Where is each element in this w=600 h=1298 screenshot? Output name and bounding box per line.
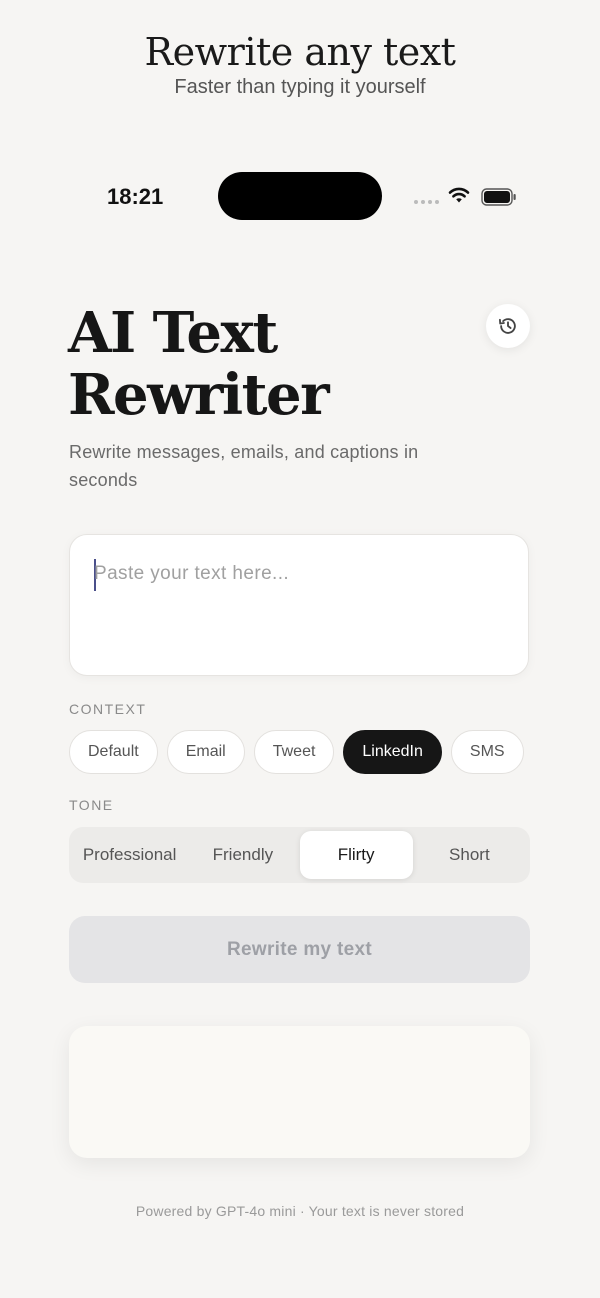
app-description: Rewrite messages, emails, and captions i…: [69, 442, 419, 490]
history-button[interactable]: [486, 304, 530, 348]
promo-subtitle: Faster than typing it yourself: [174, 76, 426, 98]
battery-icon: [481, 188, 516, 206]
rewrite-button[interactable]: Rewrite my text: [69, 916, 530, 983]
tone-option-professional[interactable]: Professional: [73, 831, 186, 879]
app-screen: Rewrite any text Faster than typing it y…: [0, 0, 600, 1298]
text-input-card: [69, 534, 529, 676]
signal-dots-icon: [414, 200, 439, 204]
promo-title: Rewrite any text: [144, 30, 456, 74]
history-icon: [499, 318, 516, 334]
footer-note: Powered by GPT-4o mini · Your text is ne…: [135, 1203, 465, 1219]
status-time: 18:21: [107, 184, 164, 209]
output-card: [69, 1026, 530, 1158]
tone-option-friendly[interactable]: Friendly: [186, 831, 299, 879]
context-chip-email[interactable]: Email: [166, 730, 245, 774]
tone-option-flirty[interactable]: Flirty: [299, 831, 413, 879]
context-chip-sms[interactable]: SMS: [450, 730, 524, 774]
context-chip-row: Default Email Tweet LinkedIn SMS: [69, 730, 524, 774]
text-input[interactable]: [94, 557, 504, 663]
app-title-line-2: Rewriter: [68, 362, 330, 428]
context-label: CONTEXT: [69, 701, 147, 717]
context-chip-default[interactable]: Default: [69, 730, 158, 774]
app-title-line-1: AI Text: [68, 300, 278, 366]
wifi-icon: [448, 187, 470, 203]
context-chip-tweet[interactable]: Tweet: [253, 730, 335, 774]
tone-label: TONE: [69, 797, 114, 813]
tone-segmented-control: Professional Friendly Flirty Short: [69, 827, 530, 883]
context-chip-linkedin[interactable]: LinkedIn: [343, 730, 442, 774]
tone-option-short[interactable]: Short: [413, 831, 526, 879]
app-title: AI Text Rewriter: [68, 302, 428, 426]
dynamic-island: [218, 172, 382, 220]
